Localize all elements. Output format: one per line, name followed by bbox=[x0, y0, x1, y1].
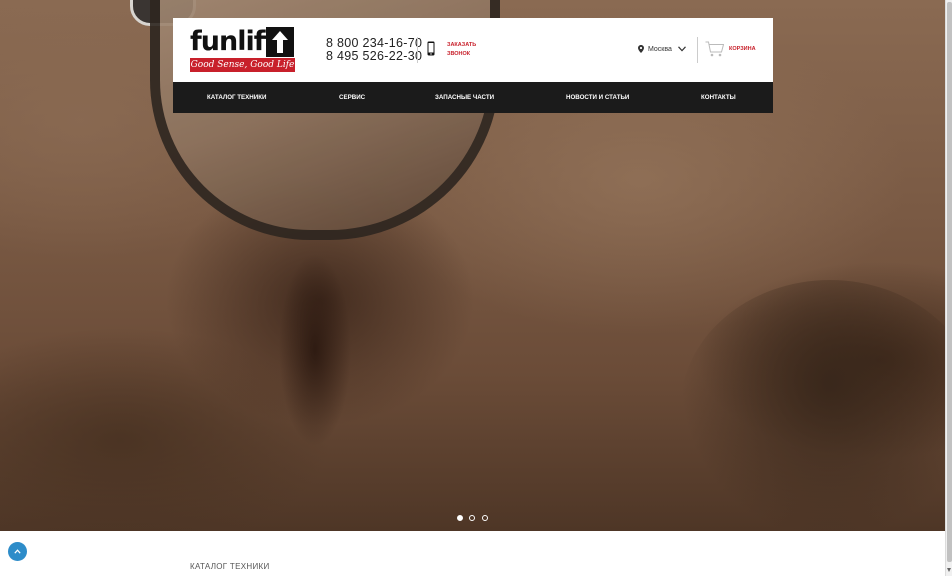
site-logo[interactable]: funlift Good Sense, Good Life bbox=[190, 27, 295, 72]
site-header: funlift Good Sense, Good Life 8 800 234-… bbox=[173, 18, 773, 82]
section-label: Каталог техники bbox=[190, 562, 270, 571]
logo-slogan: Good Sense, Good Life bbox=[190, 58, 295, 72]
main-navigation: Каталог техники Сервис Запасные части Но… bbox=[173, 82, 773, 113]
header-divider bbox=[417, 37, 418, 63]
scroll-down-arrow-icon[interactable] bbox=[947, 568, 951, 572]
scroll-to-top-button[interactable] bbox=[8, 542, 27, 561]
callback-line: Заказать bbox=[447, 42, 477, 48]
callback-link[interactable]: Заказать звонок bbox=[447, 41, 476, 59]
chevron-down-icon bbox=[677, 46, 686, 52]
phone-numbers: 8 800 234-16-70 8 495 526-22-30 bbox=[326, 37, 422, 63]
city-selector[interactable]: Москва bbox=[638, 44, 686, 54]
mobile-phone-icon bbox=[427, 41, 435, 56]
logo-arrow-icon bbox=[266, 27, 294, 57]
nav-item-catalog[interactable]: Каталог техники bbox=[207, 82, 266, 113]
callback-line: звонок bbox=[447, 51, 471, 57]
slider-dot[interactable] bbox=[457, 515, 463, 521]
shopping-cart-icon[interactable] bbox=[705, 41, 725, 57]
location-pin-icon bbox=[638, 45, 644, 53]
phone-number[interactable]: 8 495 526-22-30 bbox=[326, 50, 422, 63]
nav-item-news[interactable]: Новости и статьи bbox=[566, 82, 629, 113]
logo-word: funlift bbox=[190, 26, 277, 57]
soil-mound bbox=[680, 280, 945, 531]
city-name: Москва bbox=[648, 45, 672, 53]
page-scrollbar[interactable] bbox=[945, 0, 952, 576]
header-divider bbox=[697, 37, 698, 63]
nav-item-spare-parts[interactable]: Запасные части bbox=[435, 82, 494, 113]
cart-link[interactable]: Корзина bbox=[729, 46, 756, 52]
chevron-up-icon bbox=[14, 549, 21, 554]
nav-item-contacts[interactable]: Контакты bbox=[701, 82, 736, 113]
scrollbar-thumb[interactable] bbox=[947, 2, 952, 562]
nav-item-service[interactable]: Сервис bbox=[339, 82, 365, 113]
slider-dot[interactable] bbox=[482, 515, 488, 521]
slider-dot[interactable] bbox=[469, 515, 475, 521]
falling-soil bbox=[270, 230, 360, 470]
